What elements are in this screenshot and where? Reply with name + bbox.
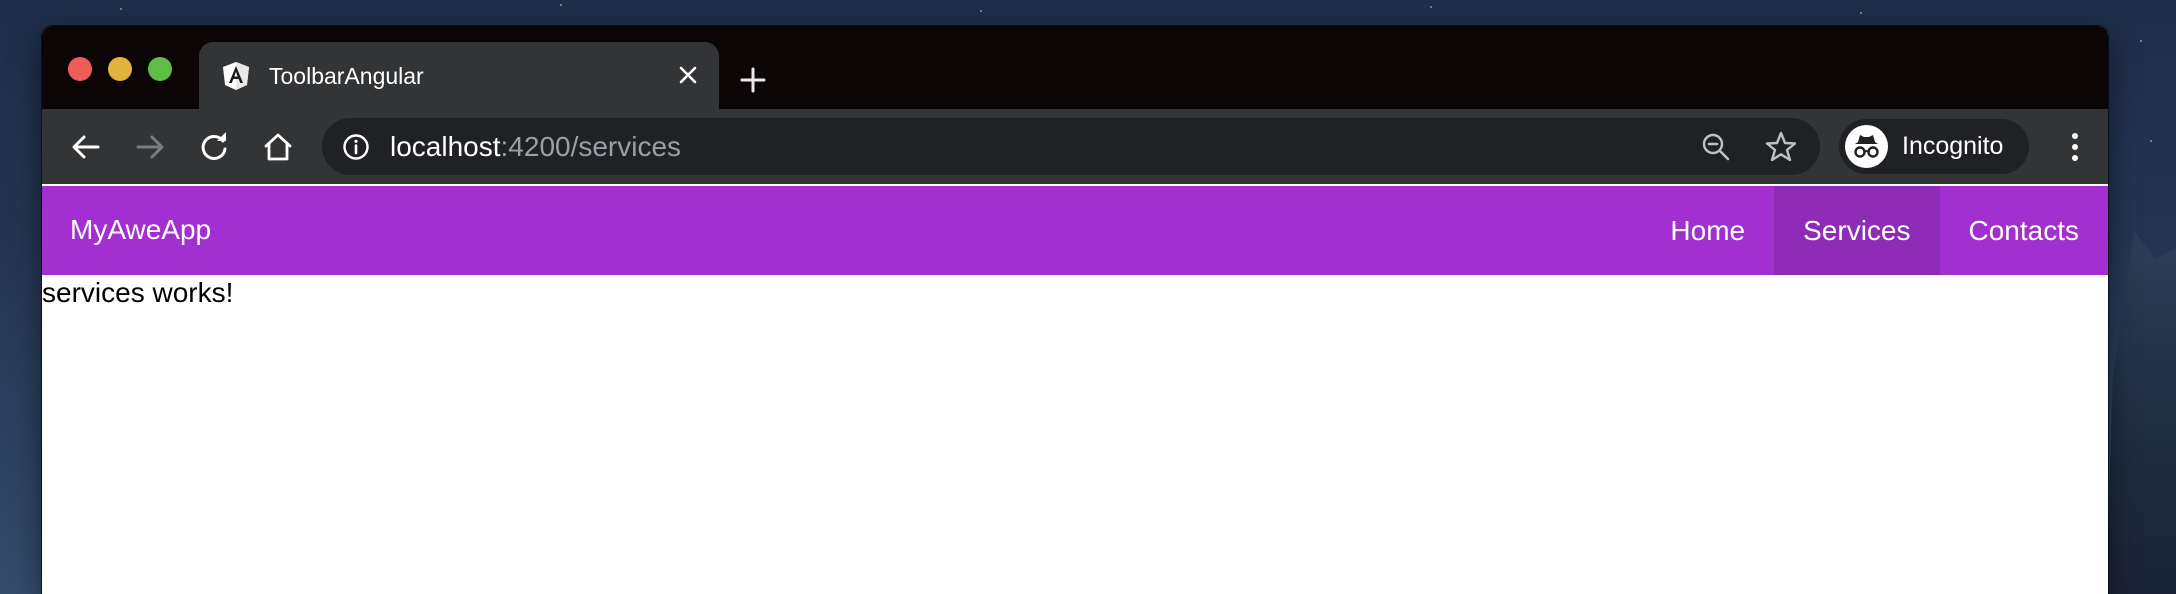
incognito-label: Incognito [1902,132,2004,160]
more-menu-icon[interactable] [2056,128,2094,166]
close-icon[interactable] [673,60,703,90]
home-icon[interactable] [260,129,296,165]
reload-icon[interactable] [196,129,232,165]
page-content-text: services works! [42,277,234,308]
address-bar[interactable]: localhost:4200/services [322,118,1820,175]
new-tab-button[interactable] [702,59,766,109]
incognito-profile-button[interactable]: Incognito [1839,119,2029,174]
url-host: localhost [390,131,501,162]
background-rock [2106,230,2176,594]
plus-icon [740,67,766,93]
tab-title: ToolbarAngular [269,63,424,89]
incognito-icon [1845,125,1888,168]
browser-tab[interactable]: ToolbarAngular [199,42,719,109]
browser-window: ToolbarAngular localhost:4200/services I… [42,26,2108,594]
web-page: MyAweApp Home Services Contacts services… [42,184,2108,594]
close-window-button[interactable] [68,57,92,81]
forward-icon[interactable] [132,129,168,165]
url-path: :4200/services [500,131,682,162]
tab-strip: ToolbarAngular [42,26,2108,109]
site-info-icon[interactable] [342,133,370,161]
nav-services-link[interactable]: Services [1774,186,1940,275]
url-text[interactable]: localhost:4200/services [390,131,681,163]
app-toolbar: MyAweApp Home Services Contacts [42,186,2108,275]
app-nav: Home Services Contacts [1641,186,2108,275]
minimize-window-button[interactable] [108,57,132,81]
browser-toolbar: localhost:4200/services Incognito [42,109,2108,185]
nav-contacts-link[interactable]: Contacts [1940,186,2109,275]
angular-icon [221,61,251,91]
maximize-window-button[interactable] [148,57,172,81]
app-brand[interactable]: MyAweApp [70,214,211,246]
nav-home-link[interactable]: Home [1641,186,1774,275]
zoom-out-icon[interactable] [1700,131,1732,163]
bookmark-star-icon[interactable] [1764,130,1798,164]
back-icon[interactable] [68,129,104,165]
